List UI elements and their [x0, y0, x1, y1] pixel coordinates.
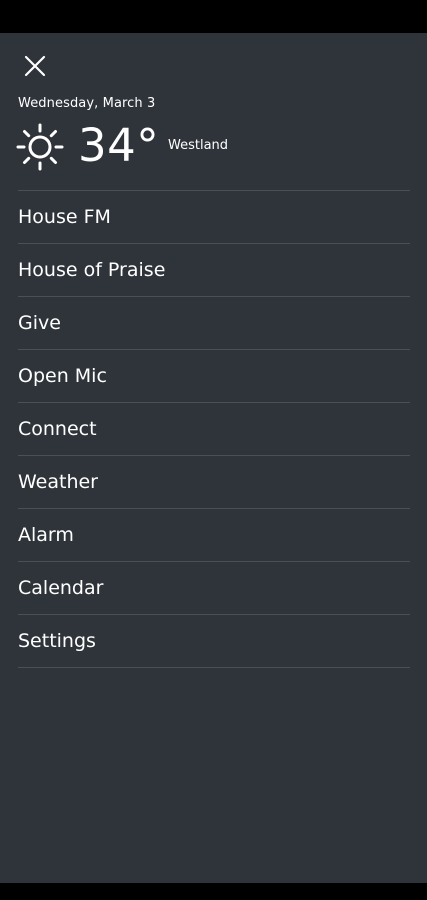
menu-item-give[interactable]: Give [18, 297, 410, 350]
menu-item-label: Alarm [18, 524, 74, 546]
menu-item-label: Connect [18, 418, 97, 440]
current-date: Wednesday, March 3 [18, 96, 156, 111]
weather-summary[interactable]: 34° Westland [16, 117, 416, 177]
menu-item-label: Settings [18, 630, 96, 652]
menu-item-label: Weather [18, 471, 98, 493]
menu-item-house-of-praise[interactable]: House of Praise [18, 244, 410, 297]
sun-icon [16, 123, 64, 171]
drawer-menu: House FM House of Praise Give Open Mic C… [18, 190, 410, 668]
close-button[interactable] [20, 51, 50, 81]
menu-item-alarm[interactable]: Alarm [18, 509, 410, 562]
location-label: Westland [168, 138, 229, 153]
menu-item-label: Give [18, 312, 61, 334]
menu-item-settings[interactable]: Settings [18, 615, 410, 668]
temperature: 34° [78, 119, 160, 172]
menu-item-label: House FM [18, 206, 111, 228]
menu-item-label: House of Praise [18, 259, 166, 281]
navigation-drawer: Wednesday, March 3 34° Westland House FM… [0, 33, 427, 883]
menu-item-connect[interactable]: Connect [18, 403, 410, 456]
menu-item-weather[interactable]: Weather [18, 456, 410, 509]
system-navigation-bar [0, 883, 427, 900]
menu-item-label: Calendar [18, 577, 104, 599]
menu-item-label: Open Mic [18, 365, 107, 387]
menu-item-house-fm[interactable]: House FM [18, 191, 410, 244]
menu-item-calendar[interactable]: Calendar [18, 562, 410, 615]
status-bar [0, 0, 427, 33]
menu-item-open-mic[interactable]: Open Mic [18, 350, 410, 403]
close-icon [24, 55, 46, 77]
